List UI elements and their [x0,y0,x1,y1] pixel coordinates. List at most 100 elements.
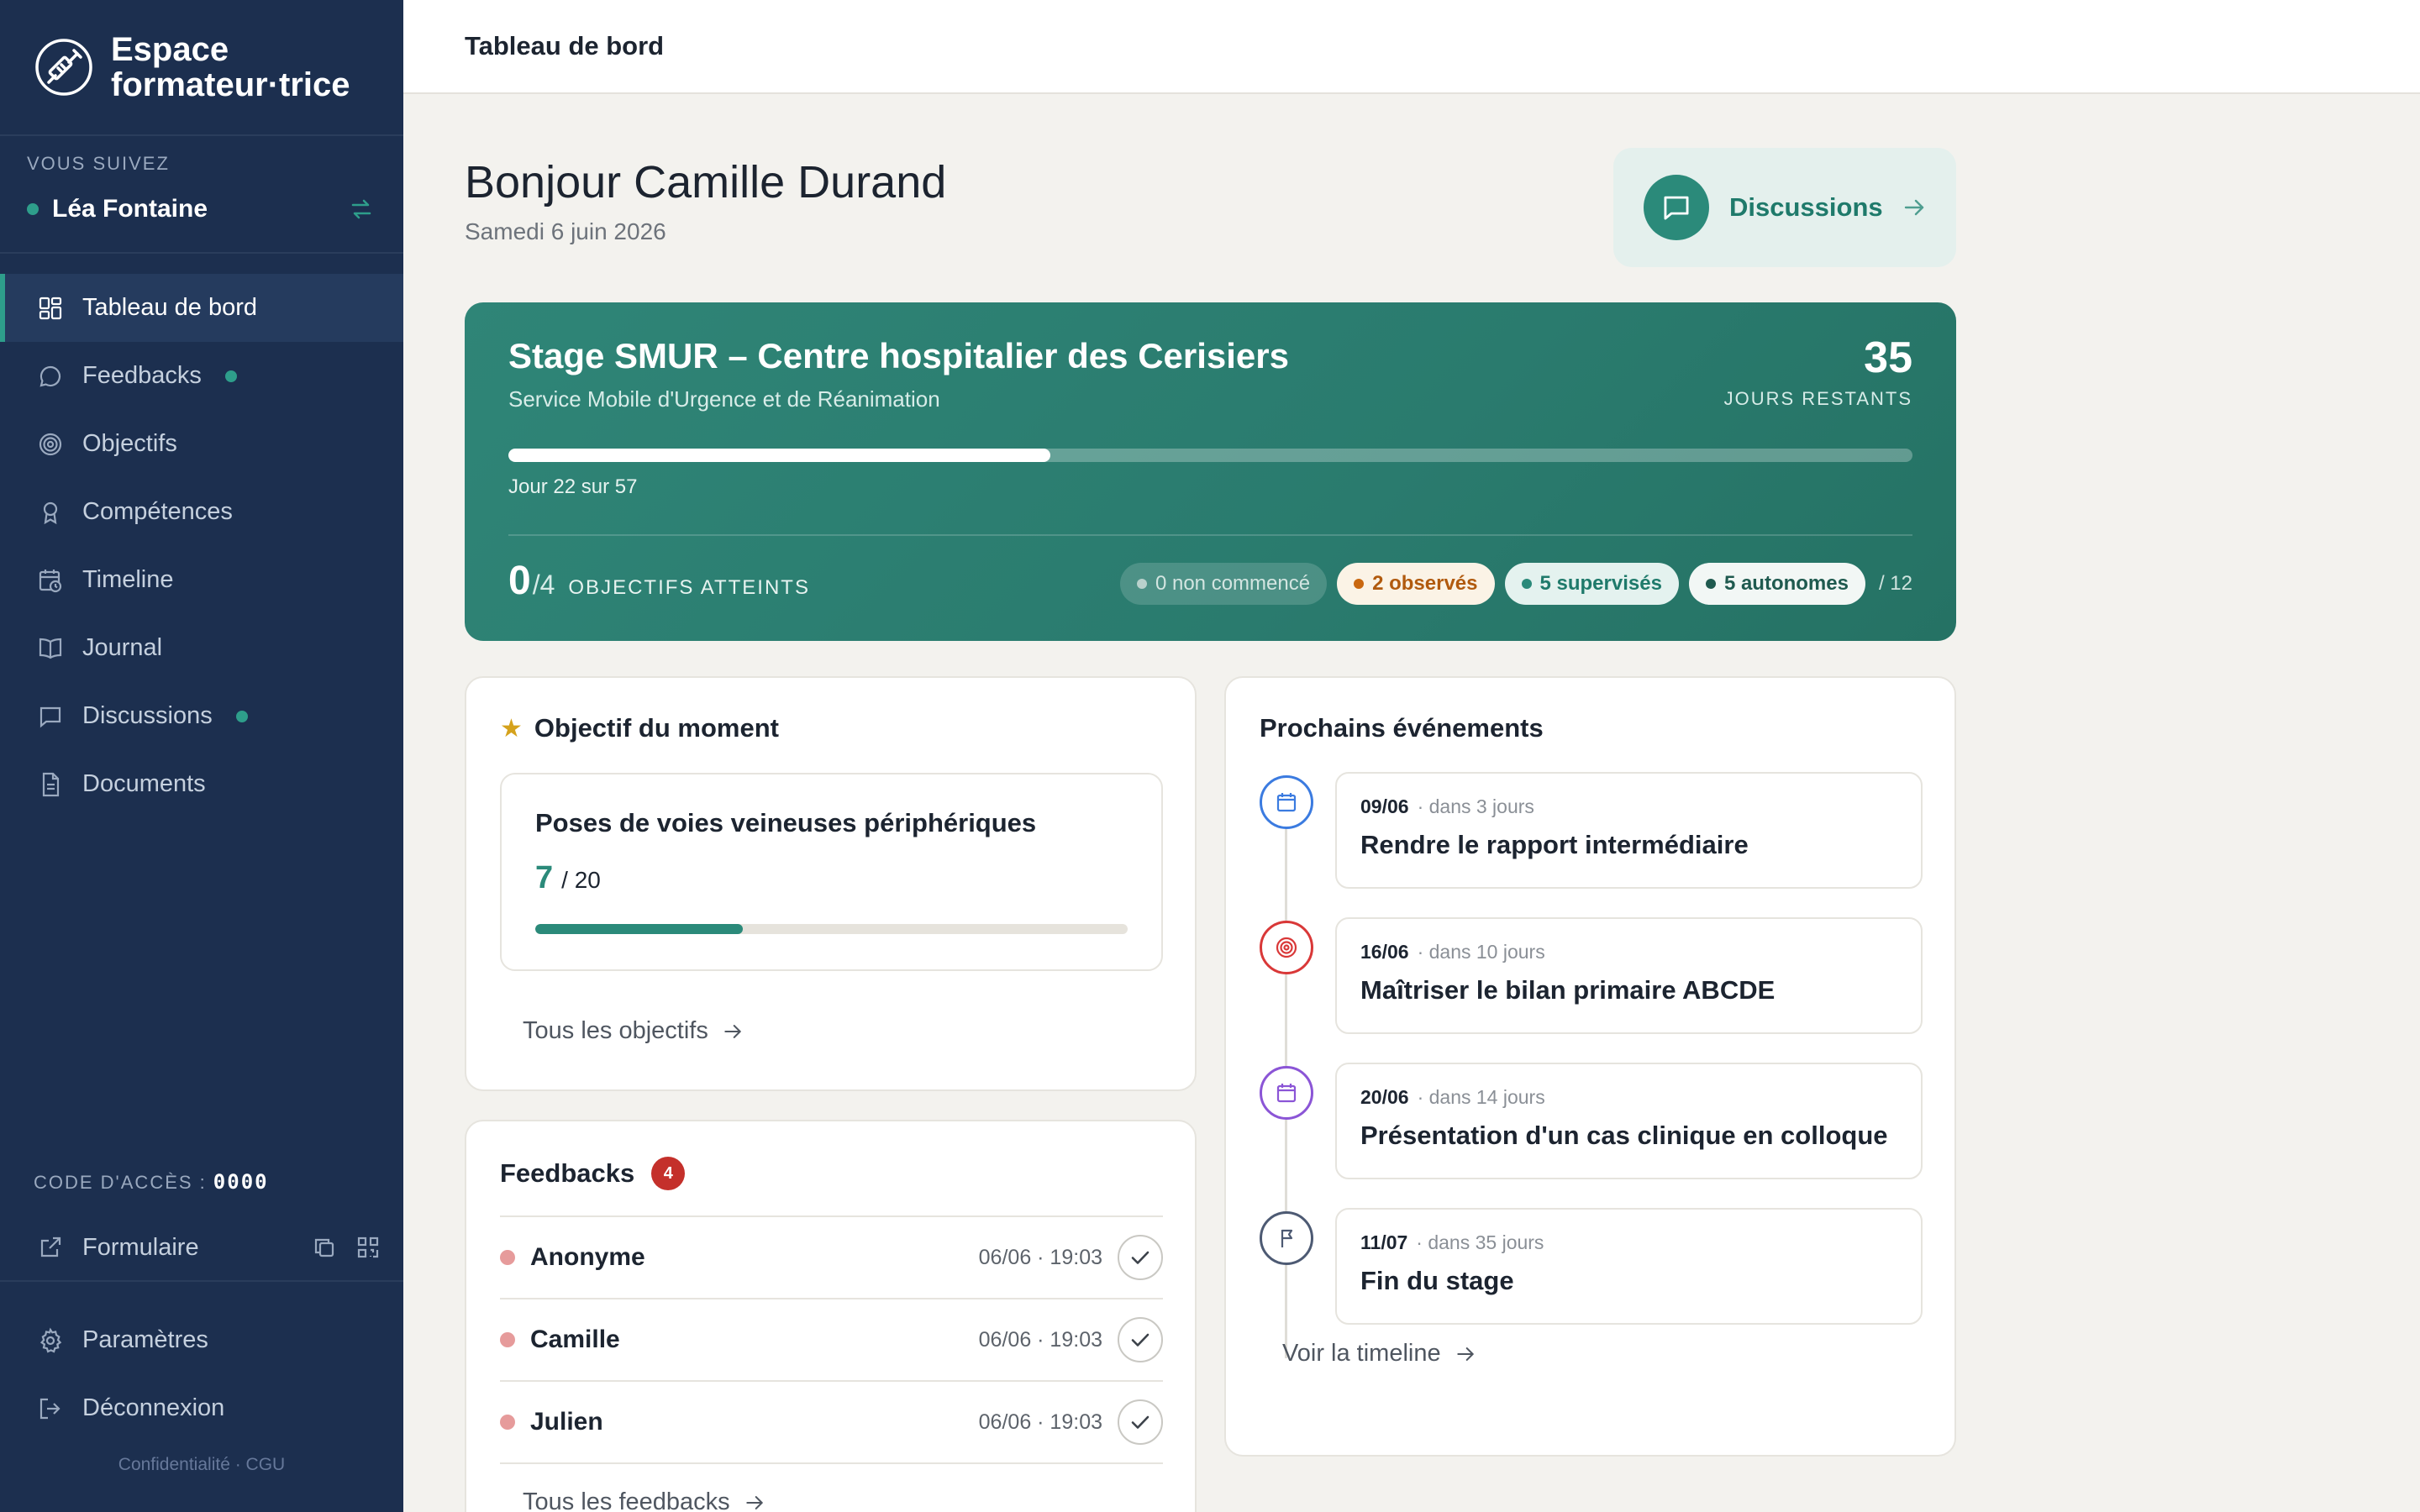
calendar-icon [1276,1084,1297,1103]
event-relative: · dans 35 jours [1416,1231,1544,1253]
formulaire-link[interactable]: Formulaire [0,1215,403,1282]
mark-read-button[interactable] [1118,1235,1163,1280]
brand-line-1: Espace [111,31,229,68]
current-objective[interactable]: Poses de voies veineuses périphériques 7… [500,773,1163,971]
event-date: 20/06 [1360,1086,1409,1108]
nav-item-deconnexion[interactable]: Déconnexion [0,1374,403,1442]
greeting-title: Bonjour Camille Durand [465,157,947,207]
objectives-reached: 0 /4 OBJECTIFS ATTEINTS [508,558,810,604]
access-code: CODE D'ACCÈS : 0000 [34,1170,269,1194]
all-objectives-link[interactable]: Tous les objectifs [523,1017,744,1045]
nav-item-objectifs[interactable]: Objectifs [0,410,403,478]
check-icon [1131,1333,1150,1347]
swap-icon[interactable] [350,197,373,221]
nav-item-tableau-de-bord[interactable]: Tableau de bord [0,274,403,342]
event-type-icon [1260,921,1313,974]
nav-label: Paramètres [82,1326,208,1353]
pill-dot [1136,579,1147,589]
legal-links[interactable]: Confidentialité · CGU [0,1455,403,1475]
pill-label: 5 supervisés [1539,572,1662,595]
event-type-icon [1260,1211,1313,1265]
stage-subtitle: Service Mobile d'Urgence et de Réanimati… [508,386,940,412]
nav-item-timeline[interactable]: Timeline [0,546,403,614]
objective-card-title: Objectif du moment [534,713,779,743]
nav-label: Tableau de bord [82,294,257,321]
feedback-author: Camille [530,1326,620,1353]
feedback-list: Anonyme 06/06 · 19:03 Camille 06/06 · 19… [500,1215,1163,1464]
nav-item-journal[interactable]: Journal [0,614,403,682]
discussions-icon-circle [1644,175,1709,240]
event-item[interactable]: 09/06 · dans 3 jours Rendre le rapport in… [1260,772,1923,917]
flag-icon [1281,1229,1293,1247]
event-item[interactable]: 20/06 · dans 14 jours Présentation d'un c… [1260,1063,1923,1208]
pill-dot [1354,579,1365,589]
nav-item-parametres[interactable]: Paramètres [0,1306,403,1374]
nav-item-documents[interactable]: Documents [0,750,403,818]
pill-not-started[interactable]: 0 non commencé [1119,563,1328,605]
feedback-row[interactable]: Camille 06/06 · 19:03 [500,1299,1163,1382]
view-timeline-label: Voir la timeline [1282,1340,1441,1367]
mark-read-button[interactable] [1118,1317,1163,1362]
current-objective-title: Poses de voies veineuses périphériques [535,808,1037,837]
event-item[interactable]: 16/06 · dans 10 jours Maîtriser le bilan … [1260,917,1923,1063]
feedback-row[interactable]: Julien 06/06 · 19:03 [500,1382,1163,1464]
event-date: 09/06 [1360,795,1409,817]
greeting-date: Samedi 6 juin 2026 [465,218,666,244]
event-card[interactable]: 16/06 · dans 10 jours Maîtriser le bilan … [1335,917,1923,1034]
message-square-icon [39,706,61,727]
pill-autonomous[interactable]: 5 autonomes [1688,563,1865,605]
follow-label: VOUS SUIVEZ [27,153,170,174]
page-title: Tableau de bord [465,31,665,60]
pill-supervised[interactable]: 5 supervisés [1504,563,1679,605]
copy-icon[interactable] [313,1236,336,1259]
discussions-button[interactable]: Discussions [1613,148,1956,267]
event-card[interactable]: 09/06 · dans 3 jours Rendre le rapport in… [1335,772,1923,889]
pill-label: 0 non commencé [1155,572,1311,595]
external-link-icon [40,1236,61,1257]
arrow-right-icon [1904,199,1923,216]
logout-icon [39,1398,60,1419]
view-timeline-link[interactable]: Voir la timeline [1282,1340,1476,1368]
feedback-time: 06/06 · 19:03 [978,1327,1102,1352]
mark-read-button[interactable] [1118,1399,1163,1445]
nav-item-feedbacks[interactable]: Feedbacks [0,342,403,410]
all-feedbacks-link[interactable]: Tous les feedbacks [523,1488,765,1512]
nav-label: Timeline [82,566,174,593]
current-objective-progress-fill [535,924,743,934]
pill-label: 2 observés [1372,572,1478,595]
pill-observed[interactable]: 2 observés [1337,563,1495,605]
pill-dot [1521,579,1532,589]
calendar-clock-icon [39,569,62,592]
event-item[interactable]: 11/07 · dans 35 jours Fin du stage [1260,1208,1923,1353]
formulaire-label: Formulaire [82,1233,199,1261]
feedback-card-title: Feedbacks [500,1158,635,1188]
event-card[interactable]: 20/06 · dans 14 jours Présentation d'un c… [1335,1063,1923,1179]
all-feedbacks-label: Tous les feedbacks [523,1488,730,1512]
event-relative: · dans 10 jours [1417,941,1545,963]
followed-trainee: VOUS SUIVEZ Léa Fontaine [0,136,403,254]
grid-icon [39,297,62,319]
qr-code-icon[interactable] [356,1236,380,1259]
event-title: Rendre le rapport intermédiaire [1360,830,1749,859]
brand-title: Espace formateur·trice [111,32,350,102]
days-remaining: 35 JOURS RESTANTS [1724,333,1912,410]
current-objective-progress [535,924,1128,934]
message-square-icon [1664,196,1689,220]
all-objectives-label: Tous les objectifs [523,1017,708,1044]
document-icon [42,772,60,796]
stage-progress-fill [508,449,1050,462]
days-remaining-number: 35 [1864,333,1912,382]
feedback-row[interactable]: Anonyme 06/06 · 19:03 [500,1217,1163,1299]
nav-label: Compétences [82,498,233,525]
nav-label: Discussions [82,702,213,729]
events-card: Prochains événements 09/06 · dans 3 jours… [1224,676,1956,1457]
unread-dot [235,710,248,722]
feedback-author: Anonyme [530,1243,645,1271]
nav-item-competences[interactable]: Compétences [0,478,403,546]
nav-label: Feedbacks [82,362,202,389]
event-relative: · dans 3 jours [1417,795,1534,817]
brand[interactable]: Espace formateur·trice [0,0,403,136]
nav-label: Documents [82,770,206,797]
event-card[interactable]: 11/07 · dans 35 jours Fin du stage [1335,1208,1923,1325]
nav-item-discussions[interactable]: Discussions [0,682,403,750]
